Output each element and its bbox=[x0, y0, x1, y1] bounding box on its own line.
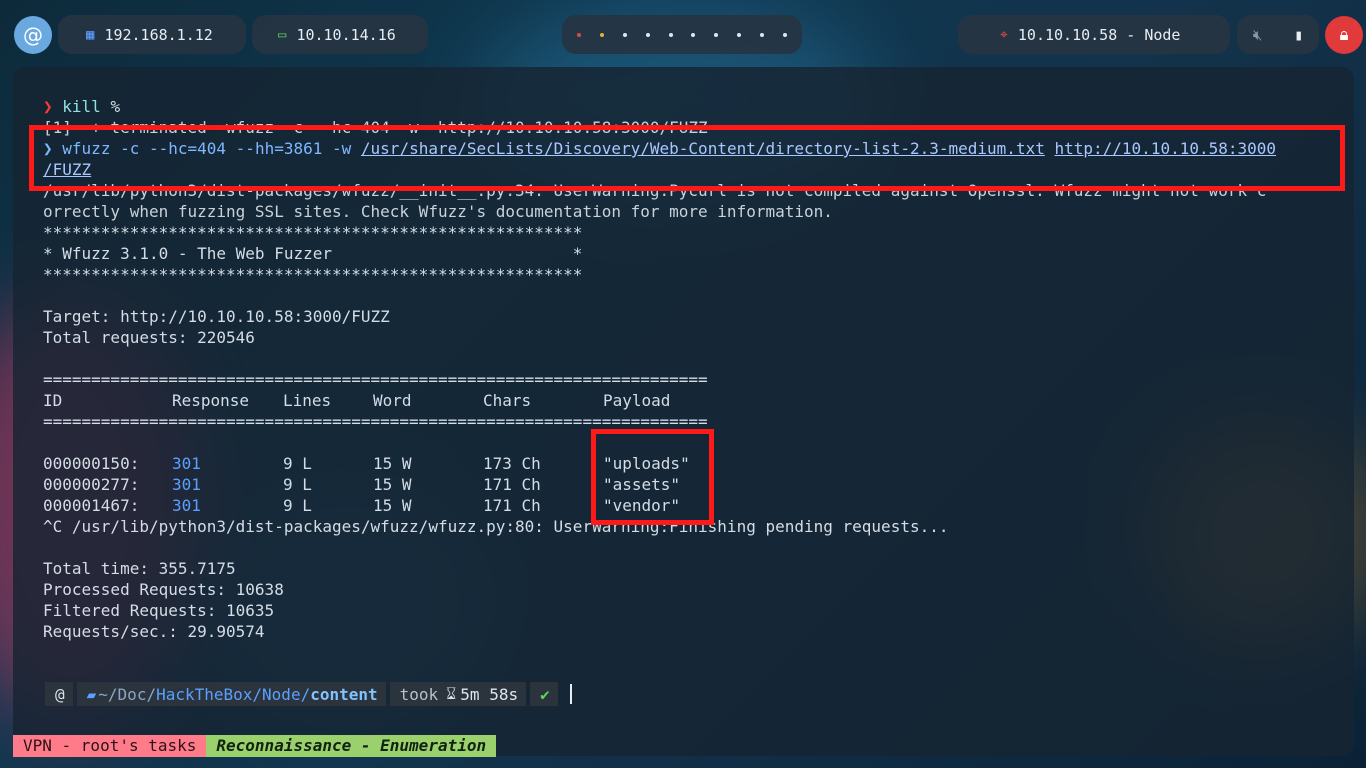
total-requests-line: Total requests: 220546 bbox=[43, 328, 255, 347]
prompt-os-segment: @ bbox=[45, 682, 73, 706]
row-word: 15 W bbox=[373, 496, 412, 515]
row-lines: 9 L bbox=[283, 454, 312, 473]
row-chars: 171 Ch bbox=[483, 496, 541, 515]
workspace-indicator[interactable] bbox=[562, 15, 802, 54]
row-word: 15 W bbox=[373, 454, 412, 473]
workspace-dot[interactable] bbox=[645, 32, 650, 37]
path-prefix: ~/Doc/ bbox=[98, 684, 157, 704]
workspace-dot[interactable] bbox=[759, 32, 764, 37]
session-name[interactable]: VPN - root's tasks bbox=[13, 735, 207, 757]
tmux-status-bar: VPN - root's tasks Reconnaissance - Enum… bbox=[13, 735, 497, 757]
row-response: 301 bbox=[172, 496, 201, 515]
row-lines: 9 L bbox=[283, 496, 312, 515]
header-lines: Lines bbox=[283, 391, 332, 410]
kill-command-line: ❯ kill % bbox=[43, 96, 120, 117]
debian-icon: @ bbox=[55, 684, 65, 704]
battery-icon[interactable]: ▮ bbox=[1294, 26, 1303, 44]
row-chars: 171 Ch bbox=[483, 475, 541, 494]
header-id: ID bbox=[43, 391, 63, 410]
row-word: 15 W bbox=[373, 475, 412, 494]
payload-highlight-box bbox=[591, 429, 714, 525]
warning-line: orrectly when fuzzing SSL sites. Check W… bbox=[43, 202, 833, 221]
processed-line: Processed Requests: 10638 bbox=[43, 580, 284, 599]
command-highlight-box bbox=[29, 125, 1345, 191]
row-id: 000000150: bbox=[43, 454, 140, 473]
path-mid: HackTheBox/Node/ bbox=[156, 684, 311, 704]
prompt-duration-segment: took ⌛︎ 5m 58s bbox=[389, 682, 527, 706]
local-ip: 192.168.1.12 bbox=[104, 25, 213, 44]
network-icon: ▦ bbox=[86, 26, 95, 43]
local-ip-widget[interactable]: ▦ 192.168.1.12 bbox=[58, 15, 246, 54]
kill-arg: % bbox=[110, 97, 121, 116]
target-widget[interactable]: ⌖ 10.10.10.58 - Node bbox=[958, 15, 1230, 54]
target-label: 10.10.10.58 - Node bbox=[1017, 25, 1181, 44]
kill-cmd: kill bbox=[62, 97, 101, 116]
took-label: took bbox=[399, 684, 439, 704]
top-bar: @ ▦ 192.168.1.12 ▭ 10.10.14.16 ⌖ 10.10.1… bbox=[0, 0, 1366, 70]
header-payload: Payload bbox=[603, 391, 671, 410]
vpn-ip: 10.10.14.16 bbox=[296, 25, 396, 44]
row-chars: 173 Ch bbox=[483, 454, 541, 473]
crosshair-icon: ⌖ bbox=[1000, 26, 1008, 43]
prompt-path-segment: ▰ ~/Doc/HackTheBox/Node/content bbox=[76, 682, 386, 706]
total-time-line: Total time: 355.7175 bbox=[43, 559, 236, 578]
workspace-dot[interactable] bbox=[668, 32, 673, 37]
row-id: 000000277: bbox=[43, 475, 140, 494]
row-lines: 9 L bbox=[283, 475, 312, 494]
workspace-dot[interactable] bbox=[714, 32, 719, 37]
banner-stars: ****************************************… bbox=[43, 265, 583, 284]
workspace-dot[interactable] bbox=[691, 32, 696, 37]
banner-title: * Wfuzz 3.1.0 - The Web Fuzzer * bbox=[43, 244, 583, 263]
workspace-dot[interactable] bbox=[600, 32, 605, 37]
row-response: 301 bbox=[172, 475, 201, 494]
vpn-ip-widget[interactable]: ▭ 10.10.14.16 bbox=[252, 15, 428, 54]
row-response: 301 bbox=[172, 454, 201, 473]
target-line: Target: http://10.10.10.58:3000/FUZZ bbox=[43, 307, 390, 326]
mute-icon[interactable]: 🔇︎ bbox=[1253, 26, 1262, 44]
debian-logo-icon[interactable]: @ bbox=[14, 16, 52, 54]
row-id: 000001467: bbox=[43, 496, 140, 515]
header-response: Response bbox=[172, 391, 250, 410]
hourglass-icon: ⌛︎ bbox=[446, 684, 457, 703]
header-chars: Chars bbox=[483, 391, 532, 410]
separator: ========================================… bbox=[43, 370, 708, 389]
terminal-window[interactable]: ❯ kill % [1] + terminated wfuzz -c --hc=… bbox=[13, 67, 1354, 756]
path-current: content bbox=[310, 684, 378, 704]
workspace-dot[interactable] bbox=[577, 32, 582, 37]
prompt-status-segment: ✔ bbox=[530, 682, 558, 706]
lock-icon[interactable]: 🔒︎ bbox=[1325, 16, 1363, 54]
workspace-dot[interactable] bbox=[736, 32, 741, 37]
banner-stars: ****************************************… bbox=[43, 223, 583, 242]
prompt-arrow-icon: ❯ bbox=[43, 97, 53, 116]
text-cursor[interactable] bbox=[569, 684, 572, 704]
shell-prompt: @ ▰ ~/Doc/HackTheBox/Node/content took ⌛… bbox=[45, 682, 572, 706]
check-icon: ✔ bbox=[540, 684, 550, 704]
interrupt-line: ^C /usr/lib/python3/dist-packages/wfuzz/… bbox=[43, 517, 949, 536]
system-tray: 🔇︎ ▮ bbox=[1237, 15, 1319, 54]
filtered-line: Filtered Requests: 10635 bbox=[43, 601, 275, 620]
header-word: Word bbox=[373, 391, 412, 410]
window-name[interactable]: Reconnaissance - Enumeration bbox=[206, 735, 497, 757]
workspace-dot[interactable] bbox=[782, 32, 787, 37]
duration: 5m 58s bbox=[460, 684, 519, 704]
folder-icon: ▰ bbox=[86, 684, 97, 704]
workspace-dot[interactable] bbox=[622, 32, 627, 37]
rate-line: Requests/sec.: 29.90574 bbox=[43, 622, 265, 641]
laptop-icon: ▭ bbox=[278, 26, 287, 43]
